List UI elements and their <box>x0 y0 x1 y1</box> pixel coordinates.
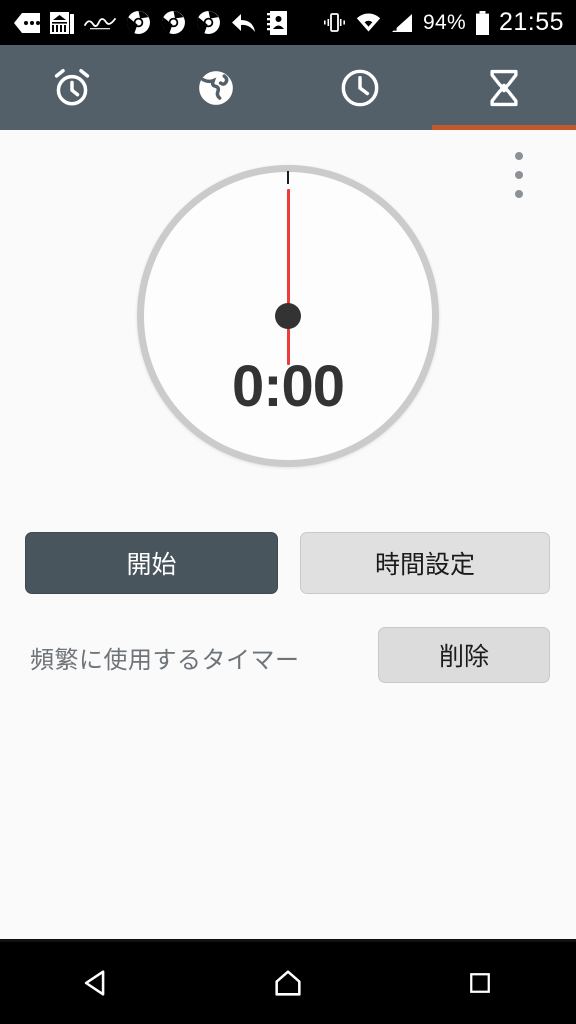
frequently-used-timer-label: 頻繁に使用するタイマー <box>30 647 300 674</box>
alarm-clock-icon <box>54 68 90 106</box>
wifi-icon <box>356 13 381 31</box>
chrome-icon-2 <box>161 11 185 34</box>
overflow-dot-1 <box>515 152 523 160</box>
globe-icon <box>199 70 233 105</box>
chrome-icon-1 <box>126 11 150 34</box>
tab-bar <box>0 45 576 130</box>
chrome-icon-3 <box>196 11 220 34</box>
tab-timer[interactable] <box>432 45 576 130</box>
news-app-icon <box>50 11 74 34</box>
battery-icon <box>475 10 489 35</box>
delete-button[interactable]: 削除 <box>378 627 550 683</box>
jawbone-app-icon <box>84 17 116 29</box>
timer-display: 0:00 <box>231 354 345 419</box>
status-bar-clock: 21:55 <box>498 8 564 36</box>
dial-top-tick-icon <box>287 171 289 184</box>
nav-home-button[interactable] <box>192 966 384 1000</box>
hourglass-icon <box>490 69 518 106</box>
sim-card-dots-icon <box>14 12 40 33</box>
battery-percent-label: 94% <box>423 10 466 34</box>
nav-back-button[interactable] <box>0 966 192 1000</box>
set-time-button[interactable]: 時間設定 <box>300 532 550 594</box>
cellular-signal-icon <box>392 13 412 32</box>
tab-alarm[interactable] <box>0 45 144 130</box>
back-triangle-icon <box>84 970 105 996</box>
overflow-menu-icon[interactable] <box>508 152 530 198</box>
phone-screen: 94% 21:55 0:00 開始 時間設定 頻繁に使用するタイマー 削除 <box>0 0 576 1024</box>
timer-dial[interactable]: 0:00 <box>137 165 439 467</box>
status-bar-system-icons: 94% 21:55 <box>322 8 576 37</box>
tab-stopwatch[interactable] <box>288 45 432 130</box>
start-button[interactable]: 開始 <box>25 532 278 594</box>
navigation-bar <box>0 942 576 1024</box>
nav-recents-button[interactable] <box>384 968 576 998</box>
back-arrow-icon <box>232 13 255 32</box>
home-icon <box>275 970 301 996</box>
vibrate-icon <box>324 13 345 32</box>
status-bar: 94% 21:55 <box>0 0 576 45</box>
overflow-dot-2 <box>515 171 523 179</box>
overflow-dot-3 <box>515 190 523 198</box>
clock-icon <box>341 69 379 106</box>
status-bar-notification-icons <box>0 10 322 35</box>
recents-square-icon <box>470 973 490 993</box>
contacts-book-icon <box>267 10 287 35</box>
dial-hub <box>275 303 301 329</box>
tab-world-clock[interactable] <box>144 45 288 130</box>
